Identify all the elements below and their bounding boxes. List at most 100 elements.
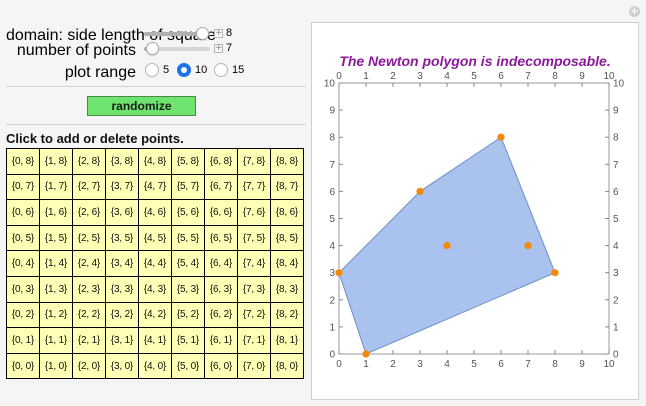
grid-cell[interactable]: {5, 8} [172,149,204,174]
grid-cell[interactable]: {0, 1} [7,328,39,353]
grid-cell[interactable]: {1, 6} [40,200,72,225]
grid-cell[interactable]: {1, 7} [40,174,72,200]
grid-cell[interactable]: {0, 4} [7,251,39,276]
grid-cell[interactable]: {2, 2} [73,302,105,328]
grid-cell[interactable]: {1, 0} [40,353,72,379]
grid-cell[interactable]: {2, 6} [73,200,105,225]
grid-cell[interactable]: {7, 5} [238,225,270,251]
grid-cell[interactable]: {4, 7} [139,174,171,200]
grid-cell[interactable]: {3, 2} [106,302,138,328]
grid-cell[interactable]: {6, 7} [205,174,237,200]
grid-cell[interactable]: {7, 1} [238,328,270,353]
grid-cell[interactable]: {6, 5} [205,225,237,251]
grid-cell[interactable]: {3, 7} [106,174,138,200]
grid-cell[interactable]: {2, 8} [73,149,105,174]
grid-cell[interactable]: {0, 8} [7,149,39,174]
add-panel-icon[interactable]: + [629,6,640,17]
grid-cell[interactable]: {3, 3} [106,276,138,302]
grid-cell[interactable]: {3, 8} [106,149,138,174]
grid-cell[interactable]: {7, 3} [238,276,270,302]
grid-cell[interactable]: {8, 8} [271,149,303,174]
grid-cell[interactable]: {0, 2} [7,302,39,328]
grid-cell[interactable]: {0, 0} [7,353,39,379]
data-point [551,269,559,277]
grid-cell[interactable]: {5, 4} [172,251,204,276]
grid-cell[interactable]: {2, 7} [73,174,105,200]
grid-cell[interactable]: {5, 0} [172,353,204,379]
grid-cell[interactable]: {0, 7} [7,174,39,200]
grid-cell[interactable]: {0, 6} [7,200,39,225]
grid-cell[interactable]: {8, 2} [271,302,303,328]
grid-cell[interactable]: {5, 6} [172,200,204,225]
grid-cell[interactable]: {7, 4} [238,251,270,276]
grid-cell[interactable]: {5, 7} [172,174,204,200]
grid-cell[interactable]: {1, 5} [40,225,72,251]
grid-cell[interactable]: {4, 1} [139,328,171,353]
grid-cell[interactable]: {6, 4} [205,251,237,276]
plot-range-option-5: 5 [163,64,170,76]
grid-cell[interactable]: {1, 3} [40,276,72,302]
grid-cell[interactable]: {1, 2} [40,302,72,328]
grid-cell[interactable]: {3, 1} [106,328,138,353]
grid-cell[interactable]: {7, 2} [238,302,270,328]
grid-cell[interactable]: {7, 6} [238,200,270,225]
plot-range-option-10: 10 [195,64,208,76]
num-points-slider[interactable] [144,42,210,55]
grid-cell[interactable]: {6, 1} [205,328,237,353]
grid-cell[interactable]: {8, 1} [271,328,303,353]
plot-range-radio-5[interactable] [145,63,159,77]
grid-cell[interactable]: {0, 3} [7,276,39,302]
grid-cell[interactable]: {0, 5} [7,225,39,251]
grid-cell[interactable]: {6, 0} [205,353,237,379]
grid-cell[interactable]: {4, 0} [139,353,171,379]
grid-cell[interactable]: {8, 5} [271,225,303,251]
domain-expand-icon[interactable]: + [214,29,223,38]
grid-cell[interactable]: {7, 8} [238,149,270,174]
grid-cell[interactable]: {7, 0} [238,353,270,379]
grid-cell[interactable]: {1, 8} [40,149,72,174]
grid-cell[interactable]: {8, 7} [271,174,303,200]
grid-cell[interactable]: {5, 5} [172,225,204,251]
num-points-slider-thumb[interactable] [146,42,160,55]
grid-cell[interactable]: {6, 8} [205,149,237,174]
grid-cell[interactable]: {3, 0} [106,353,138,379]
grid-cell[interactable]: {2, 5} [73,225,105,251]
grid-cell[interactable]: {1, 1} [40,328,72,353]
plot-panel: The Newton polygon is indecomposable. 00… [311,22,639,400]
grid-cell[interactable]: {8, 3} [271,276,303,302]
data-point [362,350,370,358]
x-tick-label-bottom: 8 [552,359,558,370]
grid-cell[interactable]: {8, 4} [271,251,303,276]
grid-cell[interactable]: {4, 2} [139,302,171,328]
domain-slider[interactable] [144,27,210,40]
grid-cell[interactable]: {5, 2} [172,302,204,328]
grid-cell[interactable]: {2, 4} [73,251,105,276]
grid-cell[interactable]: {2, 1} [73,328,105,353]
grid-cell[interactable]: {6, 3} [205,276,237,302]
plot-range-radio-15[interactable] [214,63,228,77]
randomize-button[interactable]: randomize [87,96,196,116]
grid-cell[interactable]: {6, 2} [205,302,237,328]
grid-cell[interactable]: {4, 4} [139,251,171,276]
plot-range-radio-10[interactable] [177,63,191,77]
num-points-expand-icon[interactable]: + [214,44,223,53]
grid-cell[interactable]: {3, 5} [106,225,138,251]
x-tick-label-top: 1 [363,71,369,82]
grid-cell[interactable]: {8, 6} [271,200,303,225]
grid-cell[interactable]: {3, 4} [106,251,138,276]
grid-cell[interactable]: {2, 3} [73,276,105,302]
grid-cell[interactable]: {4, 5} [139,225,171,251]
domain-slider-thumb[interactable] [195,27,209,40]
grid-cell[interactable]: {4, 8} [139,149,171,174]
grid-cell[interactable]: {8, 0} [271,353,303,379]
grid-cell[interactable]: {4, 3} [139,276,171,302]
grid-cell[interactable]: {5, 1} [172,328,204,353]
y-tick-label-left: 7 [329,160,335,171]
grid-cell[interactable]: {7, 7} [238,174,270,200]
grid-cell[interactable]: {4, 6} [139,200,171,225]
grid-cell[interactable]: {6, 6} [205,200,237,225]
grid-cell[interactable]: {2, 0} [73,353,105,379]
grid-cell[interactable]: {3, 6} [106,200,138,225]
grid-cell[interactable]: {5, 3} [172,276,204,302]
grid-cell[interactable]: {1, 4} [40,251,72,276]
